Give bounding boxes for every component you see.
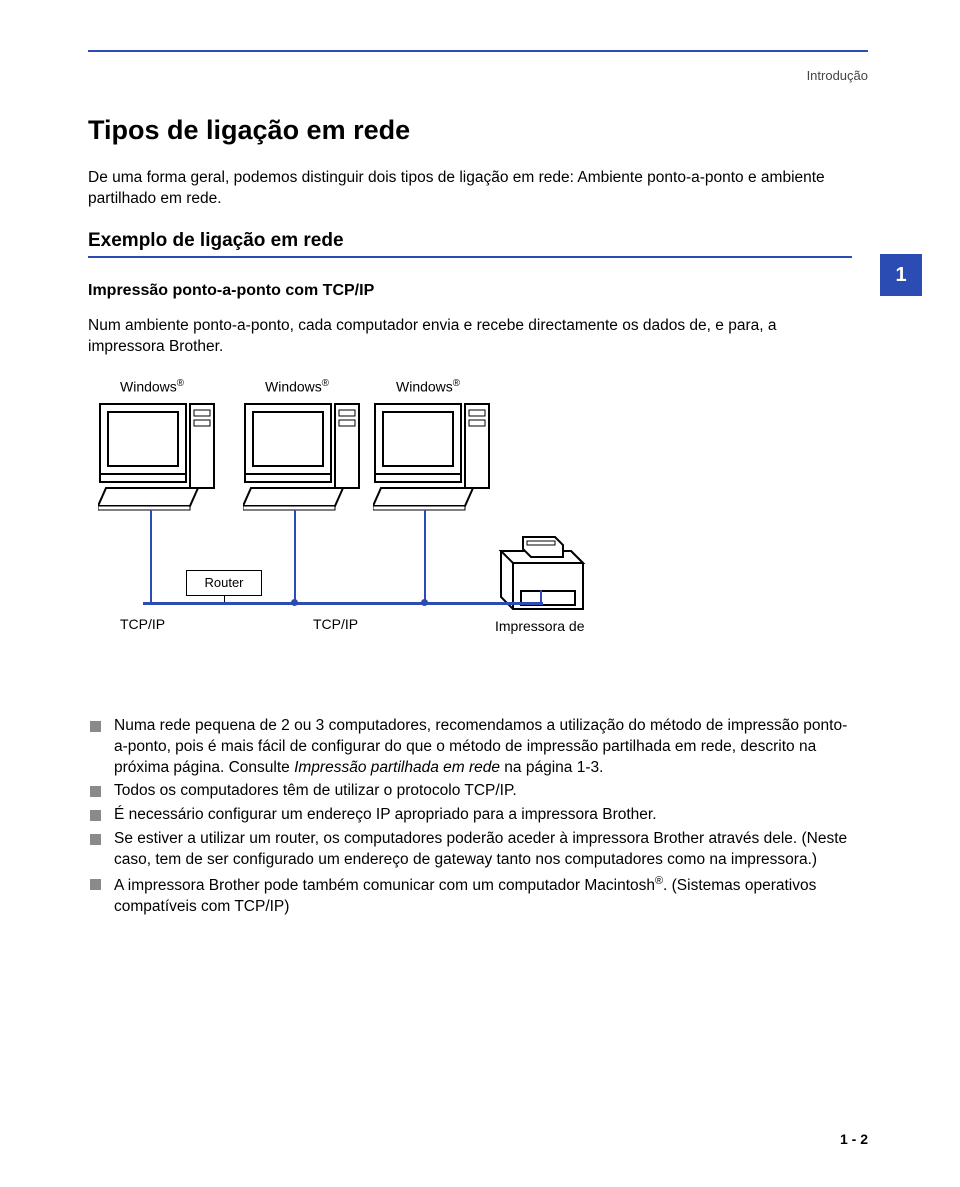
top-rule [88, 50, 868, 52]
pc2-label: Windows® [265, 378, 329, 395]
list-item: Todos os computadores têm de utilizar o … [90, 781, 852, 802]
header-section-name: Introdução [807, 68, 868, 83]
page-number: 1 - 2 [840, 1131, 868, 1147]
section-heading: Exemplo de ligação em rede [88, 230, 852, 252]
connector-line [424, 510, 426, 603]
junction-dot [291, 599, 298, 606]
chapter-number: 1 [895, 264, 906, 287]
computer-icon [373, 402, 493, 512]
reg-mark: ® [177, 378, 184, 389]
list-item: Se estiver a utilizar um router, os comp… [90, 829, 852, 871]
connector-line [540, 590, 542, 602]
list-item: É necessário configurar um endereço IP a… [90, 805, 852, 826]
pc1-label-text: Windows [120, 378, 177, 394]
pc3-label: Windows® [396, 378, 460, 395]
pc3-label-text: Windows [396, 378, 453, 394]
subsection-heading: Impressão ponto-a-ponto com TCP/IP [88, 282, 852, 300]
router-box: Router [186, 570, 262, 596]
reg-mark: ® [322, 378, 329, 389]
pc2-label-text: Windows [265, 378, 322, 394]
tcpip-label-left: TCP/IP [120, 616, 165, 632]
reg-mark: ® [655, 875, 663, 887]
connector-line [150, 510, 152, 603]
subsection-body: Num ambiente ponto-a-ponto, cada computa… [88, 316, 852, 358]
network-line [143, 602, 543, 605]
bullet-text: A impressora Brother pode também comunic… [114, 877, 655, 894]
intro-paragraph: De uma forma geral, podemos distinguir d… [88, 168, 852, 210]
printer-icon [493, 533, 591, 618]
computer-icon [243, 402, 363, 512]
page-title: Tipos de ligação em rede [88, 115, 852, 146]
page-content: Tipos de ligação em rede De uma forma ge… [88, 115, 852, 921]
connector-line [294, 510, 296, 603]
printer-label: Impressora de [495, 618, 584, 634]
list-item: A impressora Brother pode também comunic… [90, 874, 852, 918]
bullet-text: na página 1-3. [500, 759, 603, 776]
bullet-italic: Impressão partilhada em rede [294, 759, 500, 776]
bullet-list: Numa rede pequena de 2 ou 3 computadores… [90, 716, 852, 918]
heading-underline [88, 256, 852, 258]
router-label: Router [204, 575, 243, 590]
pc1-label: Windows® [120, 378, 184, 395]
network-diagram: Windows® Windows® Windows® [88, 378, 648, 688]
tcpip-label-mid: TCP/IP [313, 616, 358, 632]
junction-dot [421, 599, 428, 606]
list-item: Numa rede pequena de 2 ou 3 computadores… [90, 716, 852, 779]
computer-icon [98, 402, 218, 512]
chapter-tab: 1 [880, 254, 922, 296]
reg-mark: ® [453, 378, 460, 389]
